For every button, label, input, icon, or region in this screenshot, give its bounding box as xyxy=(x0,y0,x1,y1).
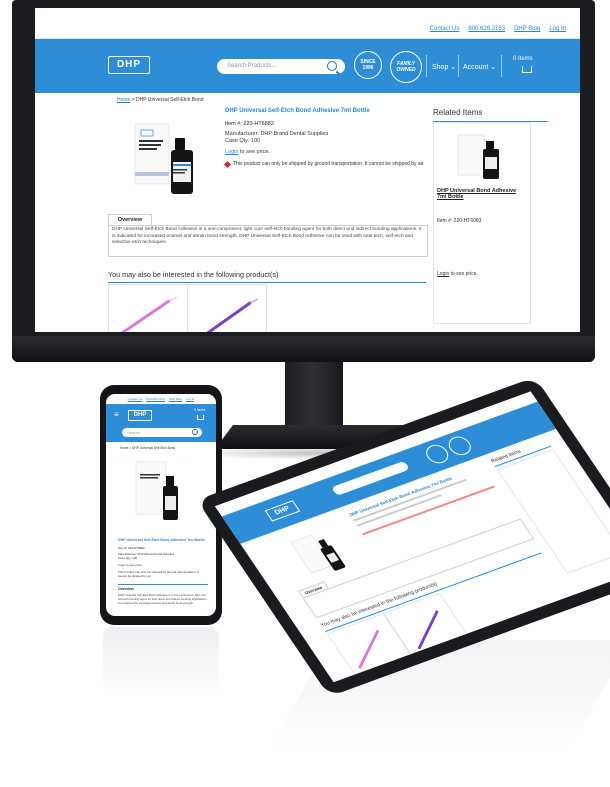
shipping-notice: This product can only be shipped by grou… xyxy=(223,160,425,168)
phone-product-image[interactable] xyxy=(128,458,194,528)
nav-divider xyxy=(501,55,502,77)
phone-phone-link[interactable]: 800.626.2163 xyxy=(147,397,165,401)
related-login-rest: to see price. xyxy=(449,271,478,277)
monitor-chin xyxy=(12,336,595,362)
dhp-logo[interactable]: DHP xyxy=(108,56,150,74)
blog-link[interactable]: DHP Blog xyxy=(514,26,540,32)
shipping-text: This product can only be shipped by grou… xyxy=(233,161,425,167)
related-login-note: Login to see price. xyxy=(437,271,478,277)
phone-breadcrumb: Home > DHP Universal Self-Etch Bond xyxy=(120,446,176,450)
related-items-panel: Related Items DHP Universal Bond Adhesiv… xyxy=(433,108,548,328)
case-qty: Case Qty: 100 xyxy=(225,138,261,144)
shop-menu[interactable]: Shop ⌄ xyxy=(432,63,456,71)
cart-count[interactable]: 0 Items xyxy=(513,56,533,62)
item-number: Item #: 220-HT6882 xyxy=(225,121,274,127)
overview-text: DHP Universal Self-Etch Bond Adhesive is… xyxy=(112,227,422,245)
phone-shipping-note: This product can only be shipped by grou… xyxy=(118,570,199,578)
top-utility-bar: Contact Us 800.626.2163 DHP Blog Log In xyxy=(35,8,580,39)
hamburger-menu-icon[interactable]: ≡ xyxy=(114,410,119,419)
phone-search-placeholder: Search xyxy=(127,430,140,435)
related-item-image[interactable] xyxy=(452,129,512,184)
phone-item-number: Item #: 220-HT6882 xyxy=(118,546,145,550)
login-link[interactable]: Log In xyxy=(549,26,566,32)
tablet-related-card[interactable] xyxy=(496,449,610,574)
phone-dhp-logo[interactable]: DHP xyxy=(128,410,152,421)
manufacturer: Manufacturer: DHP Brand Dental Supplies xyxy=(225,131,329,137)
tablet-product-image[interactable] xyxy=(285,523,361,583)
phone-cart-icon[interactable] xyxy=(197,415,204,420)
price-login-link[interactable]: Login xyxy=(225,149,238,155)
warning-diamond-icon xyxy=(223,160,232,168)
main-navbar: DHP Search Products... SINCE 1996 FAMILY… xyxy=(35,39,580,93)
cart-icon[interactable] xyxy=(522,66,532,73)
product-image[interactable] xyxy=(127,114,202,204)
product-title: DHP Universal Self-Etch Bond Adhesive 7m… xyxy=(225,108,370,114)
phone-reflection xyxy=(103,627,219,697)
price-login-rest: to see price. xyxy=(238,149,270,155)
since-badge: SINCE 1996 xyxy=(354,51,382,79)
phone-cart-count[interactable]: 0 Items xyxy=(194,408,205,412)
account-menu[interactable]: Account ⌄ xyxy=(463,63,496,71)
desktop-monitor: Contact Us 800.626.2163 DHP Blog Log In … xyxy=(12,0,595,362)
price-login-note: Login to see price. xyxy=(225,149,270,155)
tablet-dhp-logo[interactable]: DHP xyxy=(264,500,301,522)
search-placeholder: Search Products... xyxy=(227,63,277,69)
phone-login-note[interactable]: Login to see price. xyxy=(118,563,143,567)
phone-overview-text: DHP Universal Self-Etch Bond Adhesive is… xyxy=(118,593,208,605)
breadcrumb-home-link[interactable]: Home xyxy=(117,97,130,103)
phone-search-icon[interactable] xyxy=(192,429,198,435)
nav-divider xyxy=(426,55,427,77)
monitor-stand-neck xyxy=(285,362,343,434)
phone-tab-overview[interactable]: Overview xyxy=(118,587,134,591)
phone-blog-link[interactable]: DHP Blog xyxy=(169,397,182,401)
breadcrumb: Home > DHP Universal Self-Etch Bond xyxy=(117,97,203,103)
tablet-family-badge xyxy=(444,433,475,458)
account-label: Account xyxy=(463,64,489,71)
search-input[interactable]: Search Products... xyxy=(217,59,345,74)
related-item-name[interactable]: DHP Universal Bond Adhesive 7ml Bottle xyxy=(437,188,525,200)
related-title: Related Items xyxy=(433,108,483,117)
chevron-down-icon: ⌄ xyxy=(490,64,497,71)
breadcrumb-current: > DHP Universal Self-Etch Bond xyxy=(130,97,204,103)
top-links: Contact Us 800.626.2163 DHP Blog Log In xyxy=(430,26,566,32)
phone-link[interactable]: 800.626.2163 xyxy=(468,26,505,32)
phone-case-qty: Case Qty: 100 xyxy=(118,556,138,560)
phone-top-links: Contact Us 800.626.2163 DHP Blog Log In xyxy=(106,394,216,404)
nav-divider xyxy=(458,55,459,77)
purple-brush-image xyxy=(206,298,259,332)
suggested-product-tile[interactable] xyxy=(108,284,188,332)
phone-login-link[interactable]: Log In xyxy=(186,397,194,401)
suggested-product-tile[interactable] xyxy=(187,284,267,332)
related-item-card[interactable]: DHP Universal Bond Adhesive 7ml Bottle I… xyxy=(433,122,531,324)
also-interested-underline xyxy=(108,282,426,283)
phone-navbar: ≡ DHP 0 Items Search xyxy=(106,404,216,442)
related-item-number: Item #: 220-HT6083 xyxy=(437,218,482,224)
search-icon[interactable] xyxy=(327,61,337,71)
chevron-down-icon: ⌄ xyxy=(450,64,457,71)
contact-us-link[interactable]: Contact Us xyxy=(430,26,460,32)
shop-label: Shop xyxy=(432,64,449,71)
phone-contact-link[interactable]: Contact Us xyxy=(128,397,143,401)
phone-divider xyxy=(118,584,208,585)
related-login-link[interactable]: Login xyxy=(437,271,449,277)
family-owned-badge: FAMILY OWNED xyxy=(390,51,422,83)
also-interested-title: You may also be interested in the follow… xyxy=(108,270,279,279)
phone-search-input[interactable]: Search xyxy=(122,428,202,437)
desktop-screen: Contact Us 800.626.2163 DHP Blog Log In … xyxy=(35,8,580,332)
phone-product-title: DHP Universal Self-Etch Bond Adhesive 7m… xyxy=(118,538,205,542)
pink-brush-image xyxy=(120,296,178,332)
